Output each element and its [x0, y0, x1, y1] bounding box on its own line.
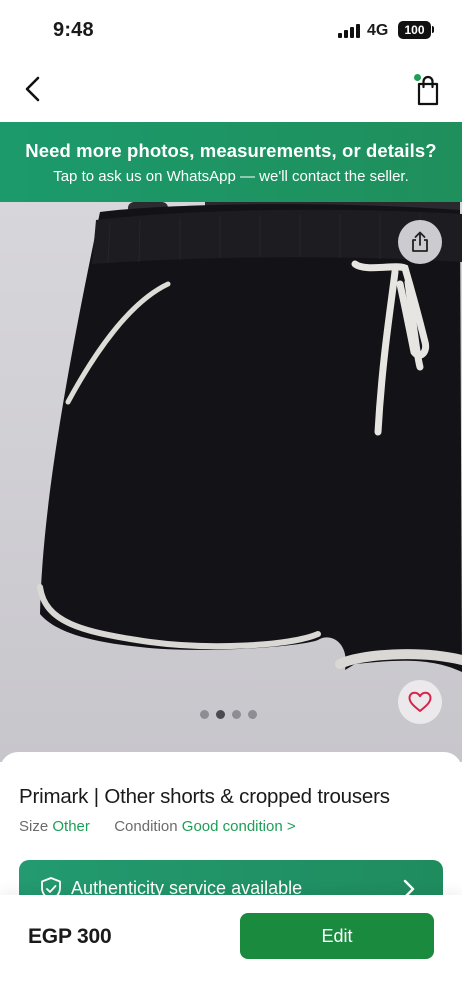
gallery-dot[interactable] — [232, 710, 241, 719]
bag-badge — [414, 74, 421, 81]
whatsapp-banner-subtitle: Tap to ask us on WhatsApp — we'll contac… — [53, 168, 409, 185]
gallery-dot-active[interactable] — [216, 710, 225, 719]
condition-chevron-icon[interactable]: > — [287, 818, 296, 835]
bottom-action-bar: EGP 300 Edit — [0, 895, 462, 1000]
whatsapp-banner[interactable]: Need more photos, measurements, or detai… — [0, 122, 462, 202]
status-bar: 9:48 4G 100 — [0, 0, 462, 58]
share-icon — [412, 231, 428, 252]
size-value: Other — [52, 818, 90, 835]
edit-button[interactable]: Edit — [240, 913, 434, 959]
gallery-pagination — [200, 710, 262, 720]
battery-icon: 100 — [398, 21, 431, 39]
product-image — [37, 202, 462, 672]
product-title: Primark | Other shorts & cropped trouser… — [19, 785, 390, 808]
product-photo[interactable] — [0, 202, 462, 762]
signal-icon — [338, 24, 360, 38]
product-attributes: Size Other Condition Good condition > — [19, 818, 296, 835]
gallery-dot[interactable] — [248, 710, 257, 719]
whatsapp-banner-title: Need more photos, measurements, or detai… — [25, 140, 437, 161]
favorite-button[interactable] — [398, 680, 442, 724]
network-type: 4G — [367, 22, 389, 39]
price: EGP 300 — [28, 925, 112, 948]
nav-header — [0, 58, 462, 122]
size-label: Size — [19, 818, 49, 835]
gallery-dot[interactable] — [200, 710, 209, 719]
back-button[interactable] — [18, 72, 50, 106]
chevron-left-icon — [25, 76, 40, 102]
status-time: 9:48 — [53, 19, 94, 41]
share-button[interactable] — [398, 220, 442, 264]
battery-tip — [432, 26, 434, 33]
condition-label: Condition — [114, 818, 178, 835]
condition-value[interactable]: Good condition — [182, 818, 283, 835]
heart-icon — [408, 691, 432, 712]
